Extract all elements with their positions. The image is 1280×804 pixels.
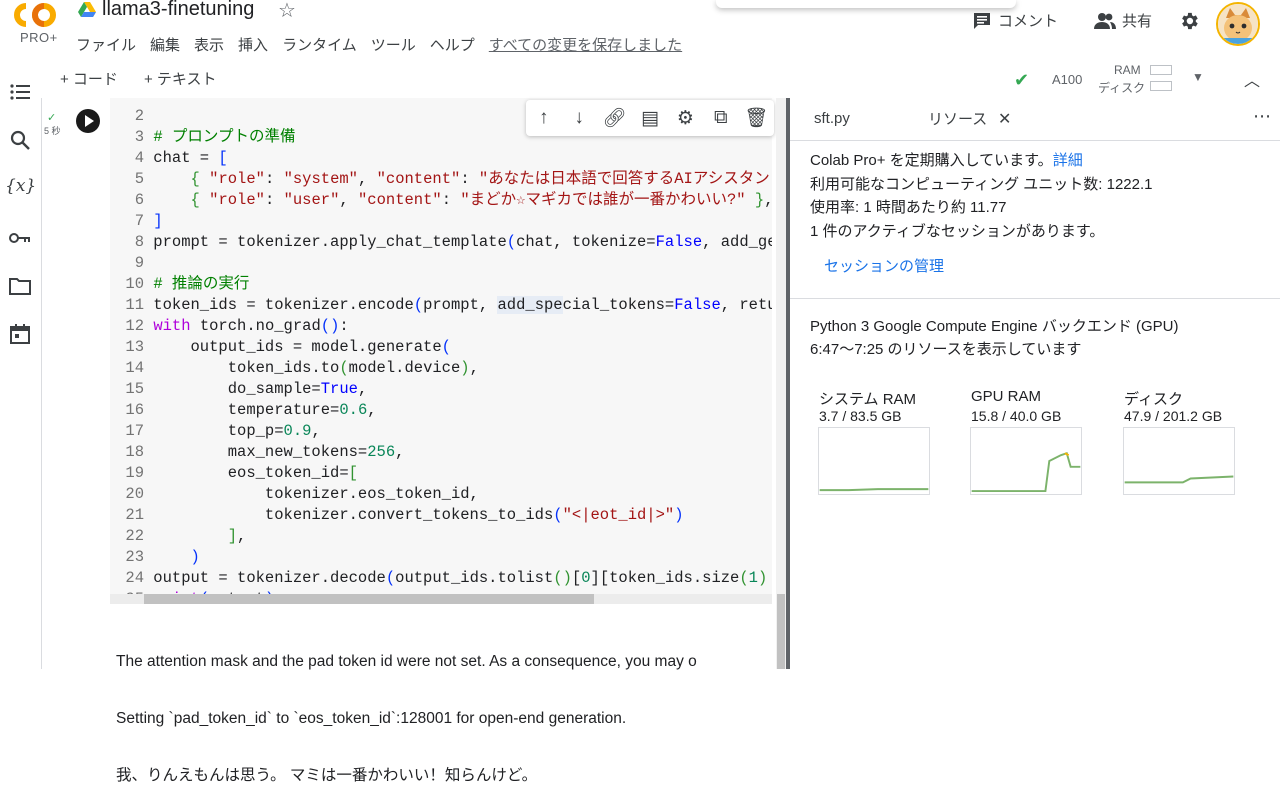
connected-check-icon[interactable]: ✔ — [1014, 70, 1029, 91]
add-code-button[interactable]: + コード — [60, 68, 118, 89]
cell-toolbar: ↑ ↓ 🔗︎ ▤ ⚙ ⧉ 🗑︎ — [526, 100, 774, 136]
folder-icon[interactable] — [8, 274, 32, 298]
resources-panel: sft.py リソース ✕ ⋯ Colab Pro+ を定期購入しています。詳細… — [790, 98, 1280, 669]
cell-gutter — [42, 98, 110, 604]
code-editor[interactable]: 2 3 # プロンプトの準備 4 chat = [ 5 { "role": "s… — [110, 98, 772, 594]
disk-label: ディスク — [1098, 81, 1146, 95]
menu-help[interactable]: ヘルプ — [430, 34, 475, 55]
output-line: Setting `pad_token_id` to `eos_token_id`… — [116, 710, 627, 727]
menu-edit[interactable]: 編集 — [150, 34, 180, 55]
time-range-line: 6:47〜7:25 のリソースを表示しています — [810, 341, 1082, 358]
cell-output: The attention mask and the pad token id … — [116, 614, 772, 804]
toc-icon[interactable] — [8, 80, 32, 104]
popup-edge — [716, 0, 1016, 8]
exec-status-check-icon: ✓ — [47, 112, 57, 124]
link-icon[interactable]: 🔗︎ — [602, 106, 626, 130]
menu-tools[interactable]: ツール — [371, 34, 416, 55]
backend-line: Python 3 Google Compute Engine バックエンド (G… — [810, 318, 1179, 335]
disk-value: 47.9 / 201.2 GB — [1124, 408, 1223, 424]
chevron-up-icon[interactable]: ︿ — [1244, 67, 1260, 91]
run-cell-button[interactable] — [76, 109, 100, 133]
menu-view[interactable]: 表示 — [194, 34, 224, 55]
menu-bar: ファイル 編集 表示 挿入 ランタイム ツール ヘルプ すべての変更を保存しまし… — [76, 34, 696, 55]
code-lines: 2 3 # プロンプトの準備 4 chat = [ 5 { "role": "s… — [125, 107, 772, 594]
active-sessions-line: 1 件のアクティブなセッションがあります。 — [810, 223, 1105, 240]
notebook-title[interactable]: llama3-finetuning — [102, 0, 254, 21]
sys-ram-value: 3.7 / 83.5 GB — [819, 408, 902, 424]
ram-meter[interactable] — [1150, 65, 1172, 75]
manage-sessions-link[interactable]: セッションの管理 — [824, 255, 944, 276]
pro-plus-label: PRO+ — [20, 30, 58, 45]
gpu-ram-chart — [970, 427, 1082, 495]
people-icon — [1094, 12, 1116, 29]
comment-button[interactable]: コメント — [972, 10, 1058, 31]
colab-logo[interactable] — [14, 2, 60, 28]
tab-sft-py[interactable]: sft.py — [814, 110, 850, 127]
subscription-text: Colab Pro+ を定期購入しています。 — [810, 152, 1053, 169]
google-drive-icon[interactable] — [78, 2, 96, 18]
calendar-icon[interactable] — [8, 322, 32, 346]
tabs-divider — [790, 140, 1280, 141]
app-header: PRO+ llama3-finetuning ☆ ファイル 編集 表示 挿入 ラ… — [0, 0, 1280, 62]
comment-label: コメント — [998, 13, 1059, 30]
notebook-scrollbar[interactable] — [776, 98, 786, 669]
sys-ram-title: システム RAM — [819, 391, 917, 408]
sys-ram-chart — [818, 427, 930, 495]
user-avatar[interactable] — [1216, 2, 1260, 46]
variables-icon[interactable]: {x} — [5, 176, 37, 200]
menu-insert[interactable]: 挿入 — [238, 34, 268, 55]
ram-label: RAM — [1114, 63, 1141, 77]
add-text-button[interactable]: + テキスト — [144, 68, 216, 89]
gpu-ram-value: 15.8 / 40.0 GB — [971, 408, 1062, 424]
disk-title: ディスク — [1124, 391, 1183, 408]
menu-file[interactable]: ファイル — [76, 34, 136, 55]
tab-resources[interactable]: リソース — [928, 108, 987, 129]
gpu-ram-title: GPU RAM — [971, 388, 1042, 405]
move-down-icon[interactable]: ↓ — [567, 106, 591, 130]
more-options-icon[interactable]: ⋯ — [1253, 106, 1271, 127]
disk-chart — [1123, 427, 1235, 495]
comment-icon — [974, 12, 990, 29]
compute-units-line: 利用可能なコンピューティング ユニット数: 1222.1 — [810, 176, 1153, 193]
comment-cell-icon[interactable]: ▤ — [638, 106, 662, 130]
save-status-link[interactable]: すべての変更を保存しました — [489, 34, 682, 55]
left-sidebar: {x} — [0, 62, 40, 669]
mirror-cell-icon[interactable]: ⧉ — [709, 106, 733, 130]
notebook-toolbar: + コード + テキスト ✔ A100 RAM ディスク ▼ ︿ — [0, 62, 1280, 98]
star-icon[interactable]: ☆ — [278, 0, 296, 23]
details-link[interactable]: 詳細 — [1053, 152, 1083, 169]
section-divider — [790, 298, 1280, 299]
move-up-icon[interactable]: ↑ — [532, 106, 556, 130]
notebook-scroll-thumb[interactable] — [777, 594, 785, 669]
share-button[interactable]: 共有 — [1094, 10, 1152, 31]
exec-time: 5 秒 — [44, 126, 61, 136]
search-icon[interactable] — [8, 128, 32, 152]
cell-settings-gear-icon[interactable]: ⚙ — [673, 106, 697, 130]
output-line: The attention mask and the pad token id … — [116, 653, 697, 670]
usage-rate-line: 使用率: 1 時間あたり約 11.77 — [810, 199, 1007, 216]
menu-runtime[interactable]: ランタイム — [282, 34, 357, 55]
subscription-line: Colab Pro+ を定期購入しています。詳細 — [810, 149, 1083, 170]
gear-icon[interactable] — [1178, 10, 1200, 32]
key-icon[interactable] — [8, 226, 32, 250]
output-line: 我、りんえもんは思う。 マミは一番かわいい！知らんけど。 — [116, 767, 538, 784]
share-label: 共有 — [1122, 13, 1153, 30]
delete-icon[interactable]: 🗑︎ — [744, 106, 768, 130]
runtime-gpu-label[interactable]: A100 — [1052, 72, 1082, 87]
disk-meter[interactable] — [1150, 81, 1172, 91]
code-hscroll-thumb[interactable] — [144, 594, 594, 604]
close-icon[interactable]: ✕ — [998, 109, 1011, 129]
chevron-down-icon[interactable]: ▼ — [1192, 70, 1204, 84]
